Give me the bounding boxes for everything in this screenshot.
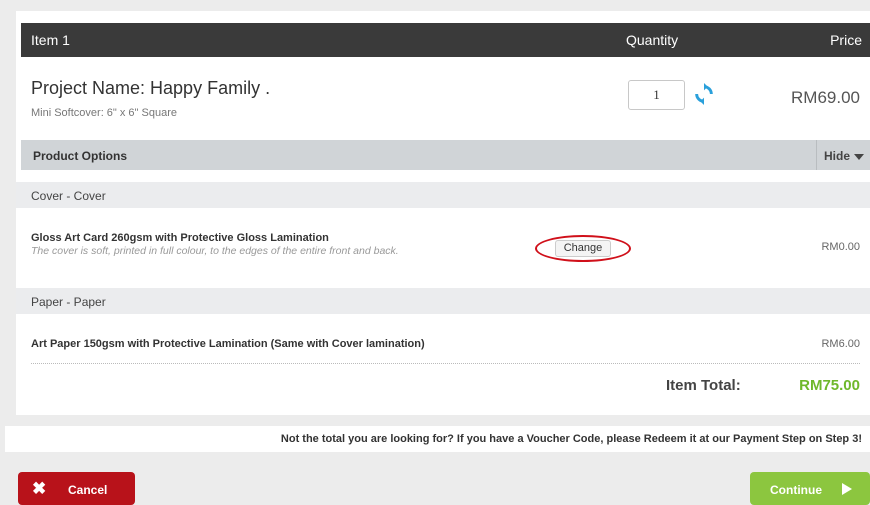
- caret-down-icon: [854, 153, 865, 160]
- paper-section-header: Paper - Paper: [16, 288, 870, 314]
- item-header-label: Item 1: [31, 32, 70, 48]
- divider: [31, 363, 860, 364]
- paper-option-price: RM6.00: [821, 338, 860, 350]
- cover-section-header: Cover - Cover: [16, 182, 870, 208]
- quantity-header-label: Quantity: [626, 32, 679, 48]
- cover-section-title: Cover - Cover: [31, 189, 106, 203]
- continue-label: Continue: [770, 483, 822, 497]
- refresh-icon[interactable]: [693, 83, 715, 105]
- project-format: Mini Softcover: 6" x 6" Square: [31, 107, 177, 119]
- product-options-bar: Product Options Hide: [21, 140, 870, 170]
- change-cover-button[interactable]: Change: [555, 240, 611, 257]
- voucher-notice-bar: Not the total you are looking for? If yo…: [5, 426, 870, 452]
- paper-section-title: Paper - Paper: [31, 295, 106, 309]
- cart-item-card: Item 1 Quantity Price Project Name: Happ…: [16, 11, 870, 415]
- cancel-button[interactable]: ✖ Cancel: [18, 472, 135, 505]
- hide-options-button[interactable]: Hide: [816, 140, 870, 170]
- voucher-notice: Not the total you are looking for? If yo…: [280, 433, 862, 445]
- project-name: Project Name: Happy Family .: [31, 78, 271, 98]
- cover-option-name: Gloss Art Card 260gsm with Protective Gl…: [31, 232, 329, 244]
- paper-option-name: Art Paper 150gsm with Protective Laminat…: [31, 338, 425, 350]
- item-total-label: Item Total:: [666, 377, 741, 394]
- product-options-label: Product Options: [33, 149, 127, 163]
- close-icon: ✖: [32, 479, 47, 498]
- play-arrow-icon: [842, 483, 852, 495]
- continue-button[interactable]: Continue: [750, 472, 870, 505]
- item-price: RM69.00: [791, 88, 860, 107]
- item-header-bar: Item 1 Quantity Price: [21, 23, 870, 57]
- change-cover-highlight: Change: [535, 235, 631, 262]
- quantity-input[interactable]: 1: [628, 80, 685, 110]
- price-header-label: Price: [830, 32, 862, 48]
- cancel-label: Cancel: [68, 483, 108, 497]
- hide-label: Hide: [824, 149, 851, 163]
- item-total-value: RM75.00: [799, 377, 860, 394]
- cover-option-price: RM0.00: [821, 241, 860, 253]
- cover-option-description: The cover is soft, printed in full colou…: [31, 245, 399, 257]
